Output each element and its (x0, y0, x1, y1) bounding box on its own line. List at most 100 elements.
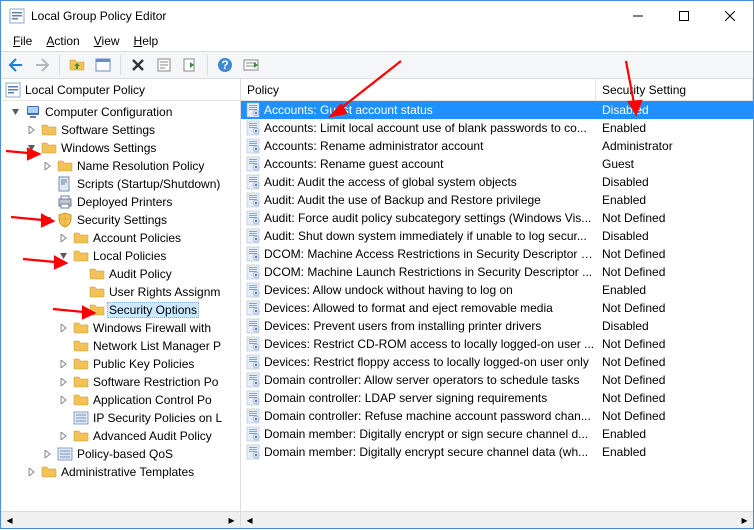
show-hide-tree-button[interactable] (92, 54, 114, 76)
tree-node[interactable]: Scripts (Startup/Shutdown) (1, 175, 240, 193)
policy-row[interactable]: Devices: Allow undock without having to … (241, 281, 753, 299)
policy-name: Audit: Audit the access of global system… (264, 175, 596, 189)
tree-node[interactable]: IP Security Policies on L (1, 409, 240, 427)
policy-row[interactable]: Accounts: Limit local account use of bla… (241, 119, 753, 137)
policy-name: Accounts: Rename guest account (264, 157, 596, 171)
expand-icon[interactable] (57, 357, 71, 371)
tree-node[interactable]: Network List Manager P (1, 337, 240, 355)
tree-root-header[interactable]: Local Computer Policy (1, 79, 240, 101)
policy-row[interactable]: Devices: Allowed to format and eject rem… (241, 299, 753, 317)
policy-setting: Not Defined (596, 247, 753, 261)
policy-row[interactable]: Domain controller: LDAP server signing r… (241, 389, 753, 407)
column-policy[interactable]: Policy (241, 79, 596, 100)
policy-row[interactable]: Domain member: Digitally encrypt or sign… (241, 425, 753, 443)
expand-icon[interactable] (25, 123, 39, 137)
policy-row[interactable]: Audit: Audit the access of global system… (241, 173, 753, 191)
expand-icon[interactable] (57, 375, 71, 389)
policy-item-icon (245, 408, 261, 424)
tree-node[interactable]: Advanced Audit Policy (1, 427, 240, 445)
export-button[interactable] (179, 54, 201, 76)
policy-row[interactable]: Audit: Shut down system immediately if u… (241, 227, 753, 245)
close-button[interactable] (707, 1, 753, 31)
policy-row[interactable]: Audit: Force audit policy subcategory se… (241, 209, 753, 227)
policy-name: DCOM: Machine Launch Restrictions in Sec… (264, 265, 596, 279)
collapse-icon[interactable] (41, 213, 55, 227)
policy-item-icon (245, 318, 261, 334)
folder-icon (89, 302, 105, 318)
expand-icon[interactable] (57, 231, 71, 245)
tree-node[interactable]: Local Policies (1, 247, 240, 265)
tree-node[interactable]: Software Restriction Po (1, 373, 240, 391)
tree-hscroll[interactable]: ◂▸ (1, 511, 240, 528)
policy-item-icon (245, 336, 261, 352)
tree-node[interactable]: Public Key Policies (1, 355, 240, 373)
list-hscroll[interactable]: ◂▸ (241, 511, 753, 528)
tree-node[interactable]: Administrative Templates (1, 463, 240, 481)
folder-icon (73, 338, 89, 354)
forward-button[interactable] (31, 54, 53, 76)
help-button[interactable] (214, 54, 236, 76)
properties-button[interactable] (153, 54, 175, 76)
folder-icon (73, 320, 89, 336)
tree-node[interactable]: Deployed Printers (1, 193, 240, 211)
action-pane-button[interactable] (240, 54, 262, 76)
expand-icon[interactable] (57, 429, 71, 443)
policy-row[interactable]: Domain controller: Refuse machine accoun… (241, 407, 753, 425)
nav-tree[interactable]: Computer ConfigurationSoftware SettingsW… (1, 101, 240, 511)
policy-row[interactable]: Devices: Prevent users from installing p… (241, 317, 753, 335)
policy-row[interactable]: Devices: Restrict CD-ROM access to local… (241, 335, 753, 353)
tree-node[interactable]: Computer Configuration (1, 103, 240, 121)
policy-setting: Not Defined (596, 409, 753, 423)
policy-list[interactable]: Accounts: Guest account statusDisabled Ac… (241, 101, 753, 511)
delete-button[interactable] (127, 54, 149, 76)
tree-node[interactable]: Security Options (1, 301, 240, 319)
minimize-button[interactable] (615, 1, 661, 31)
policy-name: Accounts: Limit local account use of bla… (264, 121, 596, 135)
policy-row[interactable]: Audit: Audit the use of Backup and Resto… (241, 191, 753, 209)
menu-view[interactable]: View (88, 33, 126, 49)
tree-node[interactable]: Audit Policy (1, 265, 240, 283)
policy-row[interactable]: Accounts: Rename administrator accountAd… (241, 137, 753, 155)
tree-node[interactable]: Security Settings (1, 211, 240, 229)
policy-setting: Disabled (596, 175, 753, 189)
tree-node[interactable]: User Rights Assignm (1, 283, 240, 301)
tree-node[interactable]: Account Policies (1, 229, 240, 247)
up-button[interactable] (66, 54, 88, 76)
collapse-icon[interactable] (25, 141, 39, 155)
maximize-button[interactable] (661, 1, 707, 31)
policy-row[interactable]: DCOM: Machine Launch Restrictions in Sec… (241, 263, 753, 281)
policy-icon (5, 82, 21, 98)
policy-row[interactable]: Domain member: Digitally encrypt secure … (241, 443, 753, 461)
expand-icon[interactable] (57, 321, 71, 335)
policy-row[interactable]: Accounts: Guest account statusDisabled (241, 101, 753, 119)
collapse-icon[interactable] (57, 249, 71, 263)
expand-icon[interactable] (41, 159, 55, 173)
tree-node[interactable]: Name Resolution Policy (1, 157, 240, 175)
tree-node-label: Name Resolution Policy (75, 158, 206, 174)
expand-icon[interactable] (57, 393, 71, 407)
menu-file[interactable]: File (7, 33, 38, 49)
policy-row[interactable]: DCOM: Machine Access Restrictions in Sec… (241, 245, 753, 263)
printer-icon (57, 194, 73, 210)
tree-root-label: Local Computer Policy (25, 83, 145, 97)
tree-node[interactable]: Policy-based QoS (1, 445, 240, 463)
policy-item-icon (245, 138, 261, 154)
menu-action[interactable]: Action (40, 33, 85, 49)
column-security-setting[interactable]: Security Setting (596, 79, 753, 100)
tree-node[interactable]: Windows Settings (1, 139, 240, 157)
expand-icon[interactable] (25, 465, 39, 479)
back-button[interactable] (5, 54, 27, 76)
policy-row[interactable]: Devices: Restrict floppy access to local… (241, 353, 753, 371)
policy-row[interactable]: Domain controller: Allow server operator… (241, 371, 753, 389)
folder-icon (57, 158, 73, 174)
tree-node[interactable]: Application Control Po (1, 391, 240, 409)
policy-setting: Enabled (596, 283, 753, 297)
expand-icon[interactable] (41, 447, 55, 461)
tree-node[interactable]: Windows Firewall with (1, 319, 240, 337)
collapse-icon[interactable] (9, 105, 23, 119)
tree-node[interactable]: Software Settings (1, 121, 240, 139)
menu-help[interactable]: Help (128, 33, 165, 49)
policy-item-icon (245, 228, 261, 244)
policy-row[interactable]: Accounts: Rename guest accountGuest (241, 155, 753, 173)
tree-node-label: User Rights Assignm (107, 284, 222, 300)
